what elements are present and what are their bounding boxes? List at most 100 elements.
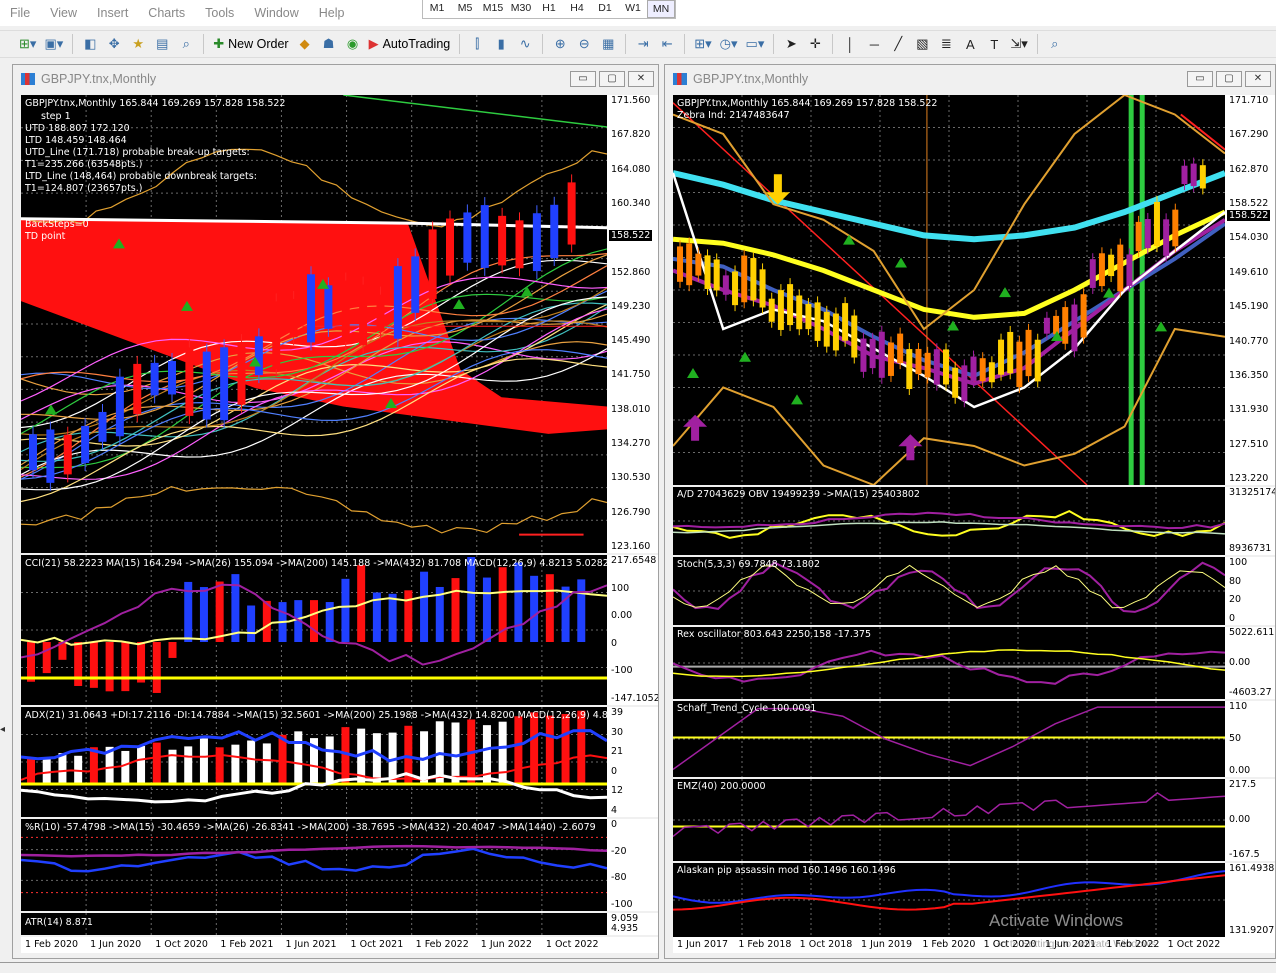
signals-icon[interactable]: ☗ xyxy=(318,33,340,55)
profiles-icon[interactable]: ▣▾ xyxy=(41,33,66,55)
bar-chart-icon[interactable]: ⫿ xyxy=(466,33,488,55)
signal-arrow xyxy=(1103,287,1115,298)
minimize-button[interactable]: ▭ xyxy=(570,71,596,87)
zoom-out-icon[interactable]: ⊖ xyxy=(573,33,595,55)
fibonacci-icon[interactable]: ≣ xyxy=(935,33,957,55)
left-adx-panel[interactable]: ADX(21) 31.0643 +DI:17.2116 -DI:14.7884 … xyxy=(21,707,607,817)
close-button[interactable]: ✕ xyxy=(1245,71,1271,87)
text-label-icon[interactable]: T xyxy=(983,33,1005,55)
maximize-button[interactable]: ▢ xyxy=(1216,71,1242,87)
line-chart-icon[interactable]: ∿ xyxy=(514,33,536,55)
right-ad-panel[interactable]: A/D 27043629 OBV 19499239 ->MA(15) 25403… xyxy=(673,487,1225,555)
maximize-button[interactable]: ▢ xyxy=(599,71,625,87)
left-price-chart[interactable]: GBPJPY.tnx,Monthly 165.844 169.269 157.8… xyxy=(21,95,607,553)
crosshair-target-icon[interactable]: ✥ xyxy=(103,33,125,55)
horizontal-line-icon[interactable]: ─ xyxy=(863,33,885,55)
autotrading-button[interactable]: ▶ AutoTrading xyxy=(366,33,454,55)
left-atr-panel[interactable]: ATR(14) 8.871 xyxy=(21,913,607,935)
vertical-line-icon[interactable]: │ xyxy=(839,33,861,55)
cursor-icon[interactable]: ➤ xyxy=(780,33,802,55)
candle-body xyxy=(532,213,541,272)
tf-mn[interactable]: MN xyxy=(647,0,675,18)
trendline-icon[interactable]: ╱ xyxy=(887,33,909,55)
tf-m30[interactable]: M30 xyxy=(507,0,535,18)
left-chart-window[interactable]: GBPJPY.tnx,Monthly ▭ ▢ ✕ GBPJPY.tnx,Mont… xyxy=(12,64,659,959)
candle-body xyxy=(952,367,959,398)
candle-body xyxy=(185,347,194,416)
zoom-in-icon[interactable]: ⊕ xyxy=(549,33,571,55)
axis-tick-label: 100 xyxy=(611,582,630,594)
candle-body xyxy=(695,253,702,276)
axis-tick-label: 217.5 xyxy=(1229,779,1257,790)
stoch-label: Stoch(5,3,3) 69.7848 73.1802 xyxy=(677,559,821,570)
right-price-axis[interactable]: 171.710 167.290 162.870 158.522 154.030 149.6… xyxy=(1225,95,1275,485)
tf-h1[interactable]: H1 xyxy=(535,0,563,18)
axis-tick-label: 127.510 xyxy=(1229,438,1269,450)
new-order-button[interactable]: ✚ New Order xyxy=(210,33,291,55)
navigator-icon[interactable]: ★ xyxy=(127,33,149,55)
menu-window[interactable]: Window xyxy=(244,0,308,26)
new-chart-icon[interactable]: ⊞ ▾ xyxy=(16,33,39,55)
histogram-bar xyxy=(388,593,397,642)
menu-insert[interactable]: Insert xyxy=(87,0,138,26)
templates-icon[interactable]: ▭▾ xyxy=(743,33,768,55)
left-price-axis[interactable]: 171.560167.820164.080160.340156.600152.8… xyxy=(607,95,658,553)
indicators-icon[interactable]: ⊞▾ xyxy=(691,33,714,55)
right-emz-panel[interactable]: EMZ(40) 200.0000 xyxy=(673,779,1225,861)
candle-body xyxy=(759,269,766,308)
channel-icon[interactable]: ▧ xyxy=(911,33,933,55)
adx-bar xyxy=(152,742,161,784)
close-button[interactable]: ✕ xyxy=(628,71,654,87)
right-rex-panel[interactable]: Rex oscillator 803.643 2250.158 -17.375 xyxy=(673,627,1225,699)
search-icon[interactable]: ⌕ xyxy=(1044,33,1066,55)
right-price-chart[interactable]: GBPJPY.tnx,Monthly 165.844 169.269 157.8… xyxy=(673,95,1225,485)
right-chart-window[interactable]: GBPJPY.tnx,Monthly ▭ ▢ ✕ GBPJPY.tnx,Mont… xyxy=(664,64,1276,959)
right-alaskan-panel[interactable]: Alaskan pip assassin mod 160.1496 160.14… xyxy=(673,863,1225,937)
right-schaff-panel[interactable]: Schaff_Trend_Cycle 100.0091 xyxy=(673,701,1225,777)
tester-icon[interactable]: ⌕ xyxy=(175,33,197,55)
collapse-arrow-icon[interactable]: ◂ xyxy=(0,724,10,744)
right-window-titlebar[interactable]: GBPJPY.tnx,Monthly ▭ ▢ ✕ xyxy=(665,65,1275,93)
date-tick-label: 1 Jun 2022 xyxy=(480,939,532,950)
arrows-icon[interactable]: ⇲▾ xyxy=(1007,33,1030,55)
axis-tick-label: -4603.27 xyxy=(1229,687,1272,698)
menu-view[interactable]: View xyxy=(40,0,87,26)
left-cci-panel[interactable]: CCI(21) 58.2223 MA(15) 164.294 ->MA(26) … xyxy=(21,555,607,705)
auto-scroll-icon[interactable]: ⇥ xyxy=(632,33,654,55)
right-stoch-panel[interactable]: Stoch(5,3,3) 69.7848 73.1802 xyxy=(673,557,1225,625)
trendline xyxy=(1180,113,1225,151)
candle-body xyxy=(359,284,368,346)
menu-help[interactable]: Help xyxy=(309,0,355,26)
axis-tick-label: 162.870 xyxy=(1229,163,1269,175)
terminal-icon[interactable]: ▤ xyxy=(151,33,173,55)
tf-d1[interactable]: D1 xyxy=(591,0,619,18)
menu-tools[interactable]: Tools xyxy=(195,0,244,26)
tf-m15[interactable]: M15 xyxy=(479,0,507,18)
vps-icon[interactable]: ◉ xyxy=(342,33,364,55)
left-williams-panel[interactable]: %R(10) -57.4798 ->MA(15) -30.4659 ->MA(2… xyxy=(21,819,607,911)
tf-m5[interactable]: M5 xyxy=(451,0,479,18)
periods-icon[interactable]: ◷▾ xyxy=(717,33,741,55)
candle-body xyxy=(550,204,559,259)
metaeditor-icon[interactable]: ◆ xyxy=(294,33,316,55)
menu-charts[interactable]: Charts xyxy=(138,0,195,26)
histogram-bar xyxy=(199,587,208,642)
candle-body xyxy=(823,311,830,347)
chart-shift-icon[interactable]: ⇤ xyxy=(656,33,678,55)
date-tick-label: 1 Feb 2020 xyxy=(25,939,79,950)
text-icon[interactable]: A xyxy=(959,33,981,55)
candle-body xyxy=(1172,209,1179,247)
tf-h4[interactable]: H4 xyxy=(563,0,591,18)
tf-m1[interactable]: M1 xyxy=(423,0,451,18)
minimize-button[interactable]: ▭ xyxy=(1187,71,1213,87)
menu-file[interactable]: File xyxy=(0,0,40,26)
candle-body xyxy=(1190,163,1197,187)
left-window-titlebar[interactable]: GBPJPY.tnx,Monthly ▭ ▢ ✕ xyxy=(13,65,658,93)
chart-canvas xyxy=(21,707,607,817)
crosshair-icon[interactable]: ✛ xyxy=(804,33,826,55)
tile-windows-icon[interactable]: ▦ xyxy=(597,33,619,55)
candlestick-icon[interactable]: ▮ xyxy=(490,33,512,55)
candle-body xyxy=(1108,254,1115,277)
market-watch-icon[interactable]: ◧ xyxy=(79,33,101,55)
tf-w1[interactable]: W1 xyxy=(619,0,647,18)
